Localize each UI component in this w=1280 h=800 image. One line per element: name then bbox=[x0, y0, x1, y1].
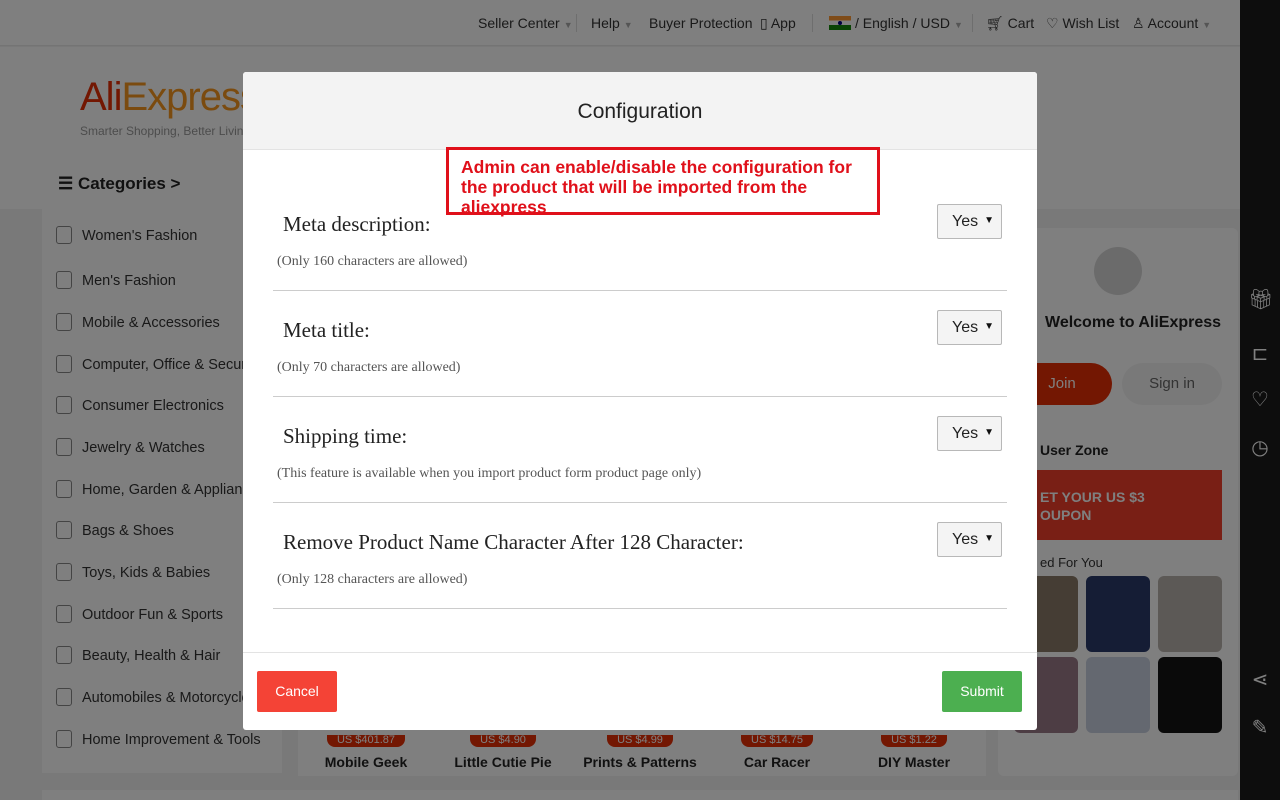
meta-title-select[interactable]: Yes ▼ bbox=[937, 310, 1002, 345]
config-hint: (Only 70 characters are allowed) bbox=[277, 360, 461, 375]
select-value: Yes bbox=[952, 425, 979, 442]
modal-header: Configuration bbox=[243, 72, 1037, 150]
meta-description-select[interactable]: Yes ▼ bbox=[937, 204, 1002, 239]
select-value: Yes bbox=[952, 531, 979, 548]
cancel-button[interactable]: Cancel bbox=[257, 671, 337, 712]
config-row-remove-product-name-chars: Remove Product Name Character After 128 … bbox=[273, 503, 1007, 609]
configuration-modal: Configuration Admin can enable/disable t… bbox=[243, 72, 1037, 730]
submit-button[interactable]: Submit bbox=[942, 671, 1022, 712]
shipping-time-select[interactable]: Yes ▼ bbox=[937, 416, 1002, 451]
config-hint: (Only 160 characters are allowed) bbox=[277, 254, 468, 269]
config-label: Meta description: bbox=[283, 212, 431, 236]
select-value: Yes bbox=[952, 213, 979, 230]
remove-product-name-select[interactable]: Yes ▼ bbox=[937, 522, 1002, 557]
config-label: Shipping time: bbox=[283, 424, 408, 448]
config-row-meta-description: Meta description: (Only 160 characters a… bbox=[273, 185, 1007, 291]
caret-down-icon: ▼ bbox=[984, 427, 994, 438]
config-label: Meta title: bbox=[283, 318, 370, 342]
caret-down-icon: ▼ bbox=[984, 321, 994, 332]
config-label: Remove Product Name Character After 128 … bbox=[283, 530, 744, 554]
caret-down-icon: ▼ bbox=[984, 215, 994, 226]
modal-footer: Cancel Submit bbox=[243, 652, 1037, 730]
config-hint: (This feature is available when you impo… bbox=[277, 466, 702, 481]
config-hint: (Only 128 characters are allowed) bbox=[277, 572, 468, 587]
config-row-meta-title: Meta title: (Only 70 characters are allo… bbox=[273, 291, 1007, 397]
config-row-shipping-time: Shipping time: (This feature is availabl… bbox=[273, 397, 1007, 503]
modal-title: Configuration bbox=[577, 100, 703, 123]
caret-down-icon: ▼ bbox=[984, 533, 994, 544]
select-value: Yes bbox=[952, 319, 979, 336]
